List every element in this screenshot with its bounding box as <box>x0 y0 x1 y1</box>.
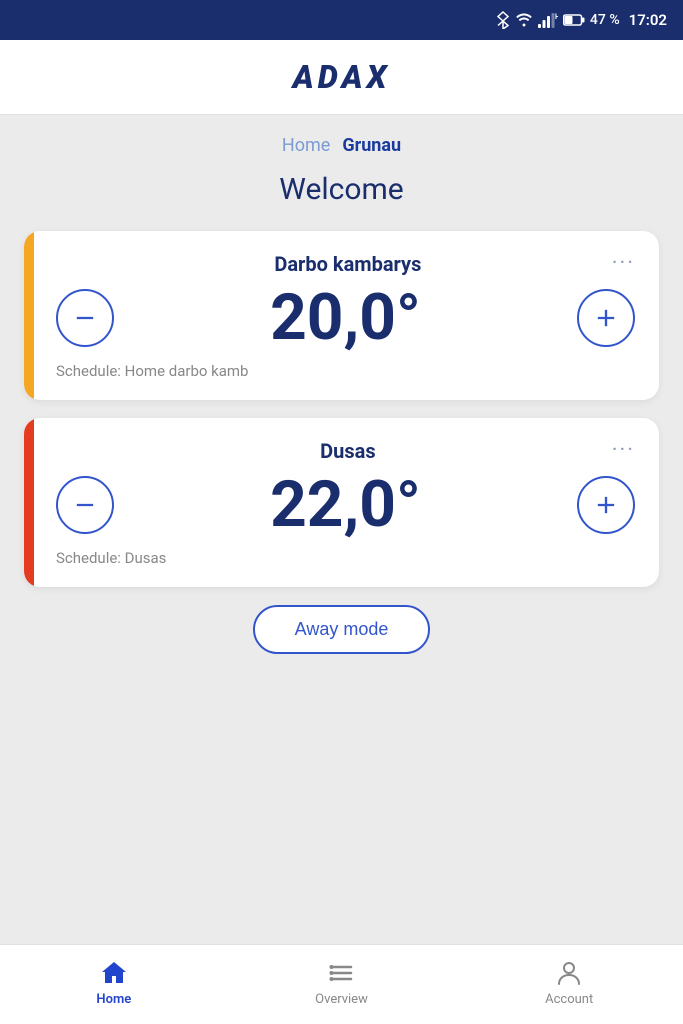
bluetooth-icon <box>496 11 510 29</box>
room-name-1: Dusas <box>84 439 612 463</box>
status-time: 17:02 <box>629 11 667 29</box>
bottom-nav: Home Overview Account <box>0 944 683 1024</box>
status-icons: H 47 % 17:02 <box>496 11 667 29</box>
battery-percentage: 47 % <box>590 12 620 28</box>
nav-overview-label: Overview <box>315 992 368 1007</box>
room-menu-1[interactable]: ··· <box>612 438 635 463</box>
signal-icon: H <box>538 12 558 28</box>
increase-temp-0[interactable] <box>577 289 635 347</box>
nav-overview[interactable]: Overview <box>228 958 456 1007</box>
breadcrumb-home[interactable]: Home <box>282 135 330 156</box>
room-header-1: Dusas ··· <box>56 438 635 463</box>
app-logo: ADAX <box>293 58 391 96</box>
room-controls-1: 22,0° <box>56 473 635 537</box>
nav-account[interactable]: Account <box>455 958 683 1007</box>
room-header-0: Darbo kambarys ··· <box>56 251 635 276</box>
schedule-0: Schedule: Home darbo kamb <box>56 362 635 380</box>
room-controls-0: 20,0° <box>56 286 635 350</box>
schedule-1: Schedule: Dusas <box>56 549 635 567</box>
temperature-0: 20,0° <box>270 286 421 350</box>
away-mode-container: Away mode <box>24 605 659 654</box>
away-mode-button[interactable]: Away mode <box>253 605 431 654</box>
main-content: Home Grunau Welcome Darbo kambarys ··· 2… <box>0 115 683 944</box>
breadcrumb-location[interactable]: Grunau <box>342 135 401 156</box>
decrease-temp-1[interactable] <box>56 476 114 534</box>
breadcrumb: Home Grunau <box>24 135 659 156</box>
app-header: ADAX <box>0 40 683 115</box>
wifi-icon <box>515 13 533 27</box>
increase-temp-1[interactable] <box>577 476 635 534</box>
svg-text:H: H <box>555 13 558 21</box>
battery-icon <box>563 13 585 27</box>
home-icon <box>99 958 129 988</box>
nav-account-label: Account <box>545 992 593 1007</box>
room-indicator-1 <box>24 418 34 587</box>
welcome-title: Welcome <box>24 172 659 207</box>
room-indicator-0 <box>24 231 34 400</box>
nav-home[interactable]: Home <box>0 958 228 1007</box>
account-icon <box>554 958 584 988</box>
room-card-0: Darbo kambarys ··· 20,0° Schedule: Hom <box>24 231 659 400</box>
room-menu-0[interactable]: ··· <box>612 251 635 276</box>
status-bar: H 47 % 17:02 <box>0 0 683 40</box>
decrease-temp-0[interactable] <box>56 289 114 347</box>
room-card-1: Dusas ··· 22,0° Schedule: Dusas <box>24 418 659 587</box>
temperature-1: 22,0° <box>270 473 421 537</box>
room-name-0: Darbo kambarys <box>84 252 612 276</box>
overview-icon <box>327 958 357 988</box>
nav-home-label: Home <box>96 992 131 1007</box>
